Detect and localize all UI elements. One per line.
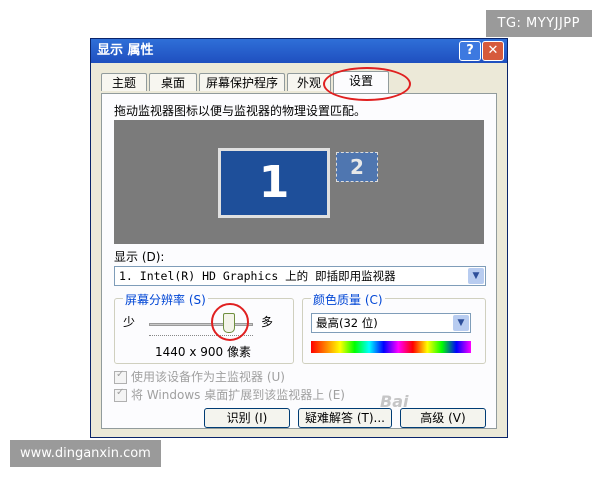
resolution-group: 屏幕分辨率 (S) 少 多 1440 x 900 像素 xyxy=(114,291,294,364)
color-quality-value: 最高(32 位) xyxy=(316,316,378,330)
color-quality-select[interactable]: 最高(32 位) ▼ xyxy=(311,313,471,333)
chevron-down-icon[interactable]: ▼ xyxy=(468,268,484,284)
title-bar[interactable]: 显示 属性 ? ✕ xyxy=(91,39,507,63)
highlight-circle-tab xyxy=(323,67,411,101)
color-quality-title: 颜色质量 (C) xyxy=(311,291,385,308)
resolution-min-label: 少 xyxy=(123,315,136,329)
window-title: 显示 属性 xyxy=(97,43,154,58)
color-spectrum-bar xyxy=(311,341,471,353)
watermark-baidu: Bai xyxy=(380,392,409,411)
display-select[interactable]: 1. Intel(R) HD Graphics 上的 即插即用监视器 ▼ xyxy=(114,266,486,286)
tab-theme[interactable]: 主题 xyxy=(101,73,147,91)
watermark-bottom-left: www.dinganxin.com xyxy=(10,440,161,467)
watermark-top-right: TG: MYYJJPP xyxy=(485,10,592,37)
advanced-button[interactable]: 高级 (V) xyxy=(400,408,486,428)
display-select-value: 1. Intel(R) HD Graphics 上的 即插即用监视器 xyxy=(119,269,396,283)
tab-screensaver[interactable]: 屏幕保护程序 xyxy=(199,73,285,91)
identify-button[interactable]: 识别 (I) xyxy=(204,408,290,428)
highlight-circle-slider xyxy=(211,303,249,341)
display-properties-window: 显示 属性 ? ✕ 主题 桌面 屏幕保护程序 外观 设置 拖动监视器图标以便与监… xyxy=(90,38,508,438)
checkbox-primary-monitor-label: 使用该设备作为主监视器 (U) xyxy=(131,370,285,384)
troubleshoot-button[interactable]: 疑难解答 (T)... xyxy=(298,408,392,428)
resolution-value: 1440 x 900 像素 xyxy=(155,345,251,359)
resolution-max-label: 多 xyxy=(261,315,274,329)
settings-panel: 拖动监视器图标以便与监视器的物理设置匹配。 1 2 显示 (D): 1. Int… xyxy=(101,93,497,429)
display-label: 显示 (D): xyxy=(114,250,165,264)
color-quality-group: 颜色质量 (C) 最高(32 位) ▼ xyxy=(302,291,486,364)
checkbox-extend-desktop[interactable] xyxy=(114,387,127,402)
instruction-text: 拖动监视器图标以便与监视器的物理设置匹配。 xyxy=(114,104,367,118)
monitor-1-icon[interactable]: 1 xyxy=(218,148,330,218)
tab-desktop[interactable]: 桌面 xyxy=(149,73,197,91)
chevron-down-icon[interactable]: ▼ xyxy=(453,315,469,331)
resolution-title: 屏幕分辨率 (S) xyxy=(123,291,208,308)
monitor-2-icon[interactable]: 2 xyxy=(336,152,378,182)
help-button[interactable]: ? xyxy=(459,41,481,61)
monitor-arrangement-area: 1 2 xyxy=(114,120,484,244)
checkbox-primary-monitor[interactable] xyxy=(114,369,127,384)
close-button[interactable]: ✕ xyxy=(482,41,504,61)
checkbox-extend-desktop-row[interactable]: 将 Windows 桌面扩展到该监视器上 (E) xyxy=(114,386,345,403)
checkbox-primary-monitor-row[interactable]: 使用该设备作为主监视器 (U) xyxy=(114,368,285,385)
checkbox-extend-desktop-label: 将 Windows 桌面扩展到该监视器上 (E) xyxy=(131,388,345,402)
